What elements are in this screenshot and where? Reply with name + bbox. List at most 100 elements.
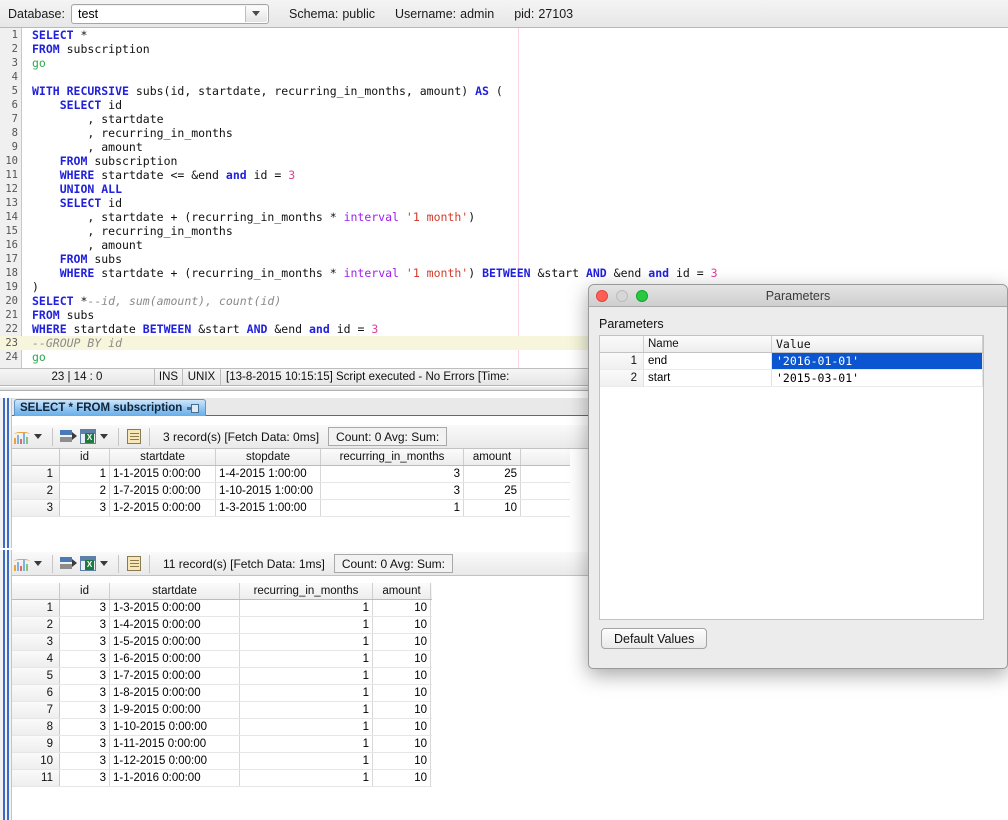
table-cell[interactable]: 1 — [240, 719, 373, 735]
row-number[interactable]: 1 — [12, 466, 60, 482]
insert-mode-indicator[interactable]: INS — [155, 368, 183, 386]
window-controls[interactable] — [596, 290, 648, 302]
table-cell[interactable]: 1 — [60, 466, 110, 482]
table-row[interactable]: 8 3 1-10-2015 0:00:00 1 10 — [12, 719, 432, 736]
panel2-result-grid[interactable]: id startdate recurring_in_months amount 1 3 1-… — [12, 583, 432, 787]
export-dropdown-icon[interactable] — [100, 434, 108, 439]
table-cell[interactable]: 1 — [240, 753, 373, 769]
row-number[interactable]: 9 — [12, 736, 60, 752]
table-cell[interactable]: 3 — [60, 770, 110, 786]
table-cell[interactable]: 1 — [240, 668, 373, 684]
table-row[interactable]: 4 3 1-6-2015 0:00:00 1 10 — [12, 651, 432, 668]
export-icon[interactable] — [58, 427, 78, 447]
table-cell[interactable]: 3 — [321, 466, 464, 482]
table-cell[interactable]: 25 — [464, 483, 521, 499]
table-cell[interactable]: 2 — [60, 483, 110, 499]
maximize-icon[interactable] — [636, 290, 648, 302]
table-cell[interactable]: 1-3-2015 0:00:00 — [110, 600, 240, 616]
parameter-name-cell[interactable]: end — [644, 353, 772, 369]
parameters-row[interactable]: 1 end '2016-01-01' — [600, 353, 983, 370]
table-cell[interactable]: 3 — [60, 600, 110, 616]
editor-line[interactable]: 8 , recurring_in_months — [0, 126, 1008, 140]
table-row[interactable]: 1 3 1-3-2015 0:00:00 1 10 — [12, 600, 432, 617]
editor-line[interactable]: 3 go — [0, 56, 1008, 70]
editor-line[interactable]: 16 , amount — [0, 238, 1008, 252]
editor-line[interactable]: 14 , startdate + (recurring_in_months * … — [0, 210, 1008, 224]
editor-line[interactable]: 10 FROM subscription — [0, 154, 1008, 168]
table-cell[interactable]: 10 — [373, 651, 431, 667]
table-cell[interactable]: 3 — [321, 483, 464, 499]
table-cell[interactable]: 1 — [240, 617, 373, 633]
table-cell[interactable]: 3 — [60, 753, 110, 769]
line-ending-indicator[interactable]: UNIX — [183, 368, 221, 386]
table-cell[interactable]: 3 — [60, 685, 110, 701]
editor-line[interactable]: 1 SELECT * — [0, 28, 1008, 42]
grid-corner-cell[interactable] — [12, 449, 60, 465]
table-cell[interactable]: 3 — [60, 719, 110, 735]
table-cell[interactable]: 1-11-2015 0:00:00 — [110, 736, 240, 752]
table-cell[interactable]: 1 — [240, 685, 373, 701]
table-cell[interactable]: 1 — [240, 651, 373, 667]
table-cell[interactable]: 1-3-2015 1:00:00 — [216, 500, 321, 516]
parameters-row[interactable]: 2 start '2015-03-01' — [600, 370, 983, 387]
row-number[interactable]: 10 — [12, 753, 60, 769]
table-row[interactable]: 2 2 1-7-2015 0:00:00 1-10-2015 1:00:00 3 25 — [12, 483, 570, 500]
editor-line[interactable]: 17 FROM subs — [0, 252, 1008, 266]
table-cell[interactable]: 1-8-2015 0:00:00 — [110, 685, 240, 701]
chevron-down-icon[interactable] — [244, 5, 267, 22]
parameter-value-cell[interactable]: '2015-03-01' — [772, 370, 983, 386]
table-cell[interactable]: 10 — [373, 702, 431, 718]
table-cell[interactable]: 3 — [60, 634, 110, 650]
table-row[interactable]: 1 1 1-1-2015 0:00:00 1-4-2015 1:00:00 3 25 — [12, 466, 570, 483]
parameters-row-number[interactable]: 1 — [600, 353, 644, 369]
row-number[interactable]: 2 — [12, 617, 60, 633]
table-cell[interactable]: 1-7-2015 0:00:00 — [110, 668, 240, 684]
row-number[interactable]: 3 — [12, 634, 60, 650]
table-cell[interactable]: 3 — [60, 702, 110, 718]
chart-dropdown-icon[interactable] — [34, 561, 42, 566]
editor-line[interactable]: 6 SELECT id — [0, 98, 1008, 112]
parameters-table[interactable]: Name Value 1 end '2016-01-01' 2 start '2015-03-… — [599, 335, 984, 620]
row-number[interactable]: 3 — [12, 500, 60, 516]
table-row[interactable]: 5 3 1-7-2015 0:00:00 1 10 — [12, 668, 432, 685]
chart-icon[interactable] — [12, 554, 32, 574]
close-icon[interactable] — [596, 290, 608, 302]
table-cell[interactable]: 10 — [373, 770, 431, 786]
column-header[interactable]: startdate — [110, 583, 240, 599]
row-number[interactable]: 2 — [12, 483, 60, 499]
parameters-row-number[interactable]: 2 — [600, 370, 644, 386]
table-row[interactable]: 10 3 1-12-2015 0:00:00 1 10 — [12, 753, 432, 770]
grid-corner-cell[interactable] — [12, 583, 60, 599]
table-cell[interactable]: 3 — [60, 736, 110, 752]
parameter-name-cell[interactable]: start — [644, 370, 772, 386]
table-row[interactable]: 6 3 1-8-2015 0:00:00 1 10 — [12, 685, 432, 702]
table-cell[interactable]: 3 — [60, 617, 110, 633]
table-cell[interactable]: 1-1-2016 0:00:00 — [110, 770, 240, 786]
row-number[interactable]: 6 — [12, 685, 60, 701]
editor-line[interactable]: 12 UNION ALL — [0, 182, 1008, 196]
export-excel-icon[interactable]: X — [78, 554, 98, 574]
default-values-button[interactable]: Default Values — [601, 628, 708, 649]
parameters-column-header[interactable]: Value — [772, 336, 983, 352]
table-row[interactable]: 3 3 1-5-2015 0:00:00 1 10 — [12, 634, 432, 651]
parameters-column-header[interactable]: Name — [644, 336, 772, 352]
parameters-dialog[interactable]: Parameters Parameters Name Value 1 end '2016… — [588, 284, 1008, 669]
table-cell[interactable]: 10 — [464, 500, 521, 516]
column-header[interactable]: amount — [464, 449, 521, 465]
column-header[interactable]: amount — [373, 583, 431, 599]
table-cell[interactable]: 1-7-2015 0:00:00 — [110, 483, 216, 499]
table-row[interactable]: 9 3 1-11-2015 0:00:00 1 10 — [12, 736, 432, 753]
row-number[interactable]: 1 — [12, 600, 60, 616]
editor-line[interactable]: 9 , amount — [0, 140, 1008, 154]
table-cell[interactable]: 1-4-2015 1:00:00 — [216, 466, 321, 482]
minimize-icon[interactable] — [616, 290, 628, 302]
database-select[interactable]: test — [70, 3, 269, 24]
table-cell[interactable]: 10 — [373, 668, 431, 684]
table-cell[interactable]: 25 — [464, 466, 521, 482]
parameters-column-header[interactable] — [600, 336, 644, 352]
table-cell[interactable]: 3 — [60, 500, 110, 516]
table-cell[interactable]: 3 — [60, 668, 110, 684]
editor-line[interactable]: 5 WITH RECURSIVE subs(id, startdate, recu… — [0, 84, 1008, 98]
row-number[interactable]: 7 — [12, 702, 60, 718]
export-icon[interactable] — [58, 554, 78, 574]
